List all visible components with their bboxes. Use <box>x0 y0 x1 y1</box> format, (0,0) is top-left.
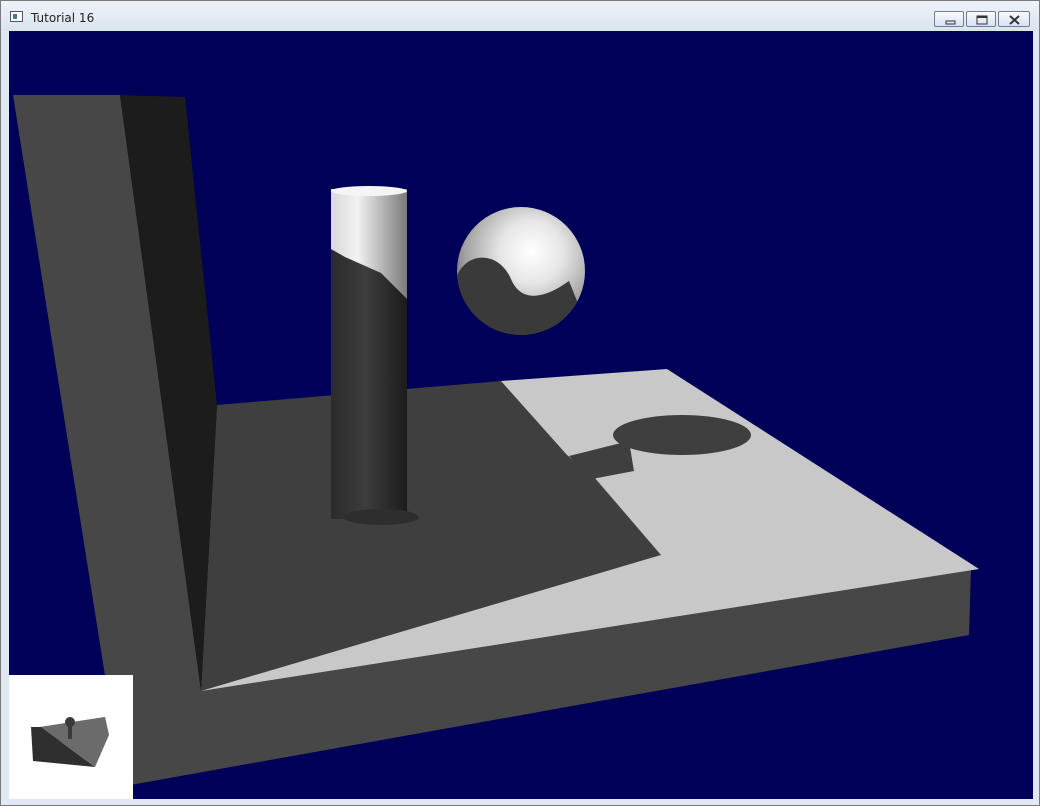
maximize-button[interactable] <box>966 11 996 27</box>
sphere-shadow <box>613 415 751 455</box>
minimize-icon <box>945 20 956 25</box>
window-title: Tutorial 16 <box>31 11 95 25</box>
title-bar[interactable]: Tutorial 16 <box>1 1 1039 31</box>
application-window: Tutorial 16 <box>0 0 1040 806</box>
3d-scene <box>13 95 979 787</box>
render-viewport[interactable] <box>9 31 1033 799</box>
shadow-map-preview <box>9 675 133 799</box>
cylinder-bottom <box>343 509 419 525</box>
minimize-button[interactable] <box>934 11 964 27</box>
maximize-icon <box>976 15 988 25</box>
app-window-icon[interactable] <box>10 11 23 22</box>
close-icon <box>1009 15 1020 25</box>
close-button[interactable] <box>998 11 1030 27</box>
cylinder-top <box>331 186 407 196</box>
shadow-map-thumbnail <box>31 717 109 767</box>
